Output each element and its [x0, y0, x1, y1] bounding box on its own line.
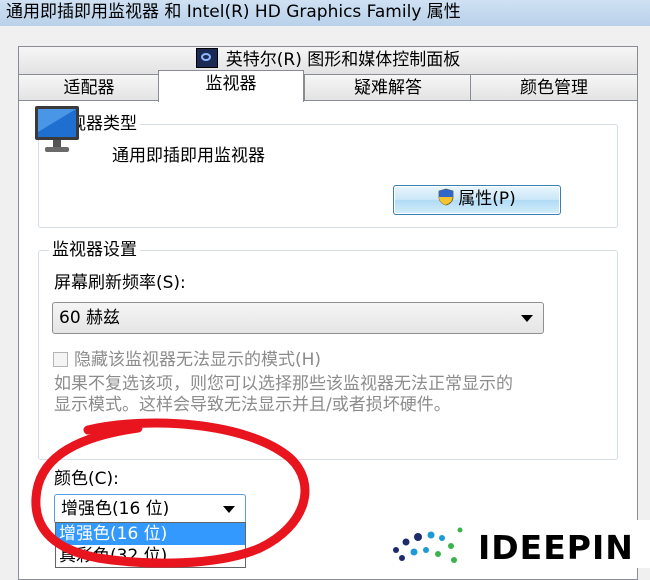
- refresh-rate-label: 屏幕刷新频率(S):: [54, 273, 186, 293]
- colors-selected-value: 增强色(16 位): [61, 499, 170, 519]
- tab-color-management-label: 颜色管理: [520, 78, 588, 98]
- monitor-icon: [35, 106, 79, 152]
- tab-intel-control-panel[interactable]: 英特尔(R) 图形和媒体控制面板: [18, 46, 638, 74]
- tab-color-management[interactable]: 颜色管理: [470, 74, 638, 102]
- refresh-rate-select[interactable]: 60 赫兹: [52, 302, 544, 334]
- window-title: 通用即插即用监视器 和 Intel(R) HD Graphics Family …: [6, 2, 461, 22]
- tab-monitor-label: 监视器: [205, 74, 257, 94]
- hint-line-1: 如果不复选该项，则您可以选择那些该监视器无法正常显示的: [54, 374, 513, 394]
- colors-dropdown-list: 增强色(16 位) 真彩色(32 位): [55, 522, 246, 568]
- properties-button-label: 属性(P): [458, 189, 516, 209]
- tab-adapter-label: 适配器: [63, 78, 115, 98]
- chevron-down-icon: [521, 315, 533, 322]
- hide-modes-checkbox[interactable]: [53, 352, 68, 367]
- chevron-down-icon: [223, 506, 235, 513]
- colors-select[interactable]: 增强色(16 位): [54, 494, 246, 524]
- properties-button[interactable]: 属性(P): [393, 185, 561, 215]
- ideepin-logo-icon: [393, 527, 463, 563]
- refresh-rate-value: 60 赫兹: [59, 308, 121, 328]
- tab-troubleshoot[interactable]: 疑难解答: [304, 74, 472, 102]
- hide-modes-label: 隐藏该监视器无法显示的模式(H): [74, 350, 322, 370]
- monitor-settings-title: 监视器设置: [49, 240, 140, 260]
- tab-troubleshoot-label: 疑难解答: [354, 78, 422, 98]
- colors-option-16bit[interactable]: 增强色(16 位): [56, 523, 245, 545]
- colors-label: 颜色(C):: [54, 469, 119, 489]
- intel-graphics-icon: [195, 48, 218, 68]
- tab-adapter[interactable]: 适配器: [18, 74, 160, 102]
- monitor-name: 通用即插即用监视器: [112, 146, 265, 166]
- tab-intel-label: 英特尔(R) 图形和媒体控制面板: [225, 50, 461, 70]
- tab-monitor[interactable]: 监视器: [158, 70, 304, 102]
- hint-line-2: 显示模式。这样会导致无法显示并且/或者损坏硬件。: [54, 395, 451, 415]
- uac-shield-icon: [438, 188, 454, 206]
- colors-option-32bit[interactable]: 真彩色(32 位): [56, 545, 245, 567]
- title-bar: 通用即插即用监视器 和 Intel(R) HD Graphics Family …: [0, 0, 650, 27]
- watermark-text: IDEEPIN: [478, 528, 634, 567]
- watermark-logo: IDEEPIN: [388, 520, 650, 568]
